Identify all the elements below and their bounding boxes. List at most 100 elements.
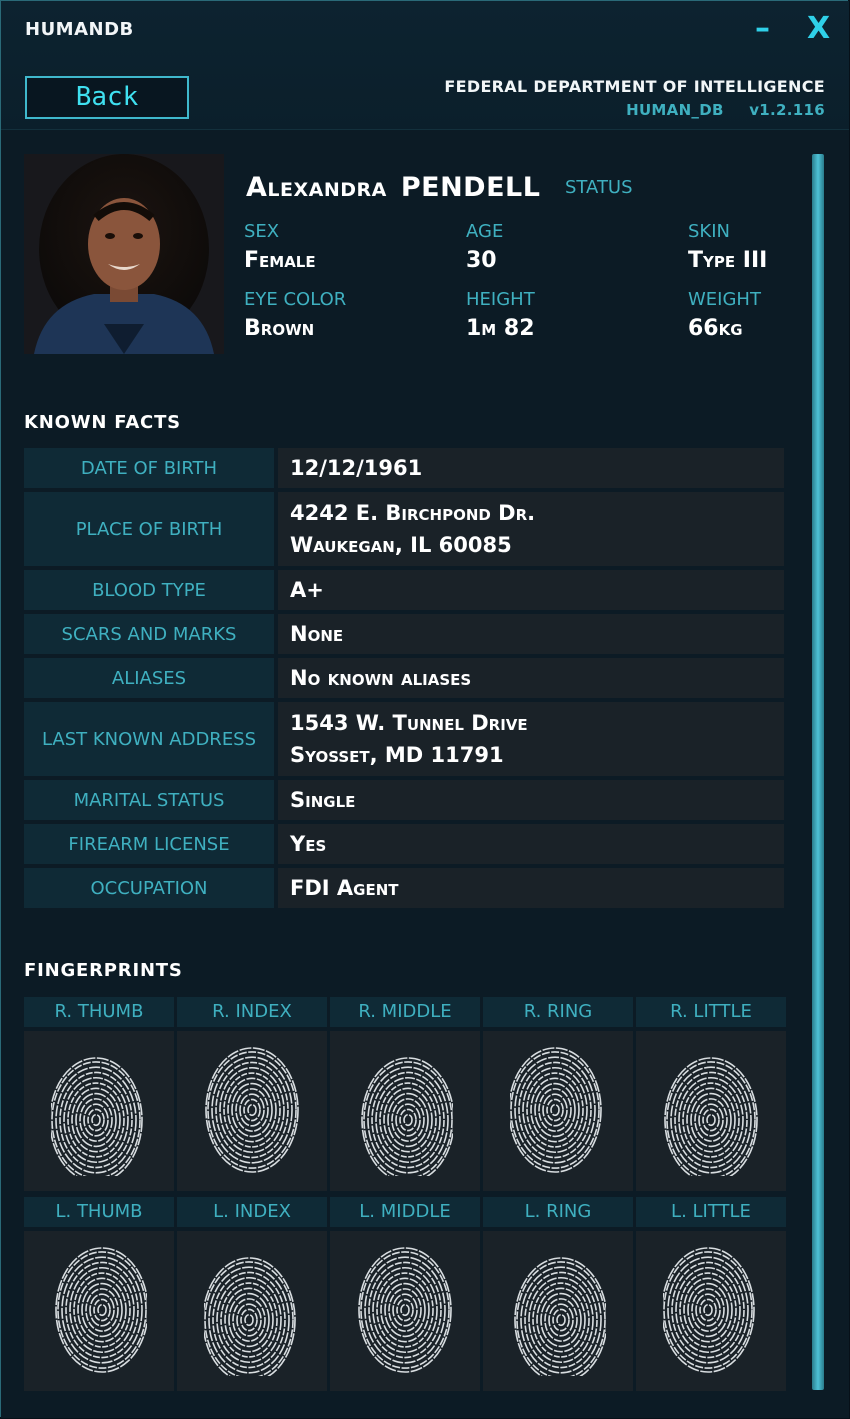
fact-label: LAST KNOWN ADDRESS bbox=[24, 702, 274, 776]
fingerprint-icon bbox=[663, 1247, 755, 1373]
fact-label: MARITAL STATUS bbox=[24, 780, 274, 820]
profile-photo bbox=[24, 154, 224, 354]
fingerprint-image bbox=[636, 1031, 786, 1191]
fingerprint-icon bbox=[514, 1257, 606, 1376]
fingerprint-label: L. MIDDLE bbox=[330, 1197, 480, 1227]
known-facts-table: DATE OF BIRTH 12/12/1961 PLACE OF BIRTH … bbox=[24, 448, 784, 912]
attr-value-eye-color: Brown bbox=[244, 316, 315, 341]
title-bar: HUMANDB – X Back FEDERAL DEPARTMENT OF I… bbox=[1, 1, 849, 130]
fact-label: BLOOD TYPE bbox=[24, 570, 274, 610]
fingerprint-icon bbox=[510, 1047, 602, 1173]
fingerprint-label: L. INDEX bbox=[177, 1197, 327, 1227]
attr-label-skin: SKIN bbox=[688, 221, 731, 242]
fingerprint-image bbox=[330, 1231, 480, 1391]
fingerprint-icon bbox=[55, 1247, 147, 1373]
db-name: HUMAN_DB bbox=[626, 101, 724, 119]
fact-value: None bbox=[278, 614, 784, 654]
version-line: HUMAN_DB v1.2.116 bbox=[606, 101, 825, 119]
fact-label: FIREARM LICENSE bbox=[24, 824, 274, 864]
attr-label-sex: SEX bbox=[244, 221, 280, 242]
fingerprint-icon bbox=[51, 1057, 143, 1176]
status-label: STATUS bbox=[565, 177, 633, 198]
attr-value-height: 1m 82 bbox=[466, 316, 535, 341]
fingerprint-l-little[interactable]: L. LITTLE bbox=[636, 1197, 786, 1391]
fingerprint-l-ring[interactable]: L. RING bbox=[483, 1197, 633, 1391]
fingerprint-label: L. THUMB bbox=[24, 1197, 174, 1227]
app-title: HUMANDB bbox=[25, 19, 134, 40]
fact-label: OCCUPATION bbox=[24, 868, 274, 908]
fingerprint-r-thumb[interactable]: R. THUMB bbox=[24, 997, 174, 1191]
attr-value-sex: Female bbox=[244, 248, 316, 273]
fact-label: DATE OF BIRTH bbox=[24, 448, 274, 488]
fact-row-scars-and-marks: SCARS AND MARKS None bbox=[24, 614, 784, 654]
fact-label: PLACE OF BIRTH bbox=[24, 492, 274, 566]
fingerprint-image bbox=[24, 1031, 174, 1191]
fact-row-last-known-address: LAST KNOWN ADDRESS 1543 W. Tunnel Drive S… bbox=[24, 702, 784, 776]
fingerprints-right-row: R. THUMB R. INDEX R. MIDDLE R. RING R. L… bbox=[24, 997, 786, 1191]
fingerprint-l-thumb[interactable]: L. THUMB bbox=[24, 1197, 174, 1391]
fact-value: 12/12/1961 bbox=[278, 448, 784, 488]
fingerprints-left-row: L. THUMB L. INDEX L. MIDDLE L. RING L. L… bbox=[24, 1197, 786, 1391]
person-name: Alexandra PENDELL bbox=[246, 172, 540, 203]
fingerprint-l-middle[interactable]: L. MIDDLE bbox=[330, 1197, 480, 1391]
fingerprint-icon bbox=[361, 1057, 453, 1176]
last-name: PENDELL bbox=[400, 172, 541, 203]
fingerprint-image bbox=[483, 1031, 633, 1191]
attr-label-weight: WEIGHT bbox=[688, 289, 761, 310]
known-facts-title: KNOWN FACTS bbox=[24, 412, 181, 433]
fingerprint-r-ring[interactable]: R. RING bbox=[483, 997, 633, 1191]
fact-value: FDI Agent bbox=[278, 868, 784, 908]
attr-label-eye-color: EYE COLOR bbox=[244, 289, 347, 310]
fact-row-firearm-license: FIREARM LICENSE Yes bbox=[24, 824, 784, 864]
fingerprint-icon bbox=[205, 1047, 299, 1173]
fingerprint-icon bbox=[664, 1057, 758, 1176]
fact-value: A+ bbox=[278, 570, 784, 610]
fingerprint-label: R. LITTLE bbox=[636, 997, 786, 1027]
fingerprint-r-index[interactable]: R. INDEX bbox=[177, 997, 327, 1191]
fingerprint-icon bbox=[204, 1257, 296, 1376]
attr-value-weight: 66kg bbox=[688, 316, 743, 341]
fact-row-place-of-birth: PLACE OF BIRTH 4242 E. Birchpond Dr. Wauk… bbox=[24, 492, 784, 566]
back-button[interactable]: Back bbox=[25, 76, 189, 119]
fingerprints-grid: R. THUMB R. INDEX R. MIDDLE R. RING R. L… bbox=[24, 997, 786, 1391]
fingerprint-image bbox=[177, 1031, 327, 1191]
fact-row-occupation: OCCUPATION FDI Agent bbox=[24, 868, 784, 908]
fingerprints-title: FINGERPRINTS bbox=[24, 960, 183, 981]
fingerprint-label: R. INDEX bbox=[177, 997, 327, 1027]
first-name: Alexandra bbox=[246, 172, 387, 203]
minimize-button[interactable]: – bbox=[755, 11, 770, 47]
fingerprint-image bbox=[330, 1031, 480, 1191]
fact-row-blood-type: BLOOD TYPE A+ bbox=[24, 570, 784, 610]
fingerprint-image bbox=[177, 1231, 327, 1391]
fingerprint-r-little[interactable]: R. LITTLE bbox=[636, 997, 786, 1191]
fact-value: No known aliases bbox=[278, 658, 784, 698]
fingerprint-icon bbox=[358, 1247, 452, 1373]
attr-label-age: AGE bbox=[466, 221, 504, 242]
fact-row-date-of-birth: DATE OF BIRTH 12/12/1961 bbox=[24, 448, 784, 488]
attr-value-skin: Type III bbox=[688, 248, 768, 273]
fingerprint-image bbox=[24, 1231, 174, 1391]
fingerprint-label: R. THUMB bbox=[24, 997, 174, 1027]
fingerprint-label: L. LITTLE bbox=[636, 1197, 786, 1227]
fingerprint-image bbox=[483, 1231, 633, 1391]
attr-value-age: 30 bbox=[466, 248, 497, 273]
fingerprint-label: R. MIDDLE bbox=[330, 997, 480, 1027]
fact-label: SCARS AND MARKS bbox=[24, 614, 274, 654]
fact-value: 4242 E. Birchpond Dr. Waukegan, IL 60085 bbox=[278, 492, 784, 566]
close-button[interactable]: X bbox=[807, 11, 830, 47]
fact-row-aliases: ALIASES No known aliases bbox=[24, 658, 784, 698]
app-version: v1.2.116 bbox=[749, 101, 825, 119]
agency-name: FEDERAL DEPARTMENT OF INTELLIGENCE bbox=[444, 77, 825, 96]
fingerprint-label: R. RING bbox=[483, 997, 633, 1027]
fact-value: Single bbox=[278, 780, 784, 820]
fingerprint-image bbox=[636, 1231, 786, 1391]
scrollbar[interactable] bbox=[812, 154, 824, 1390]
fact-value: Yes bbox=[278, 824, 784, 864]
fact-label: ALIASES bbox=[24, 658, 274, 698]
fingerprint-label: L. RING bbox=[483, 1197, 633, 1227]
fingerprint-r-middle[interactable]: R. MIDDLE bbox=[330, 997, 480, 1191]
attr-label-height: HEIGHT bbox=[466, 289, 535, 310]
fact-value: 1543 W. Tunnel Drive Syosset, MD 11791 bbox=[278, 702, 784, 776]
fact-row-marital-status: MARITAL STATUS Single bbox=[24, 780, 784, 820]
fingerprint-l-index[interactable]: L. INDEX bbox=[177, 1197, 327, 1391]
